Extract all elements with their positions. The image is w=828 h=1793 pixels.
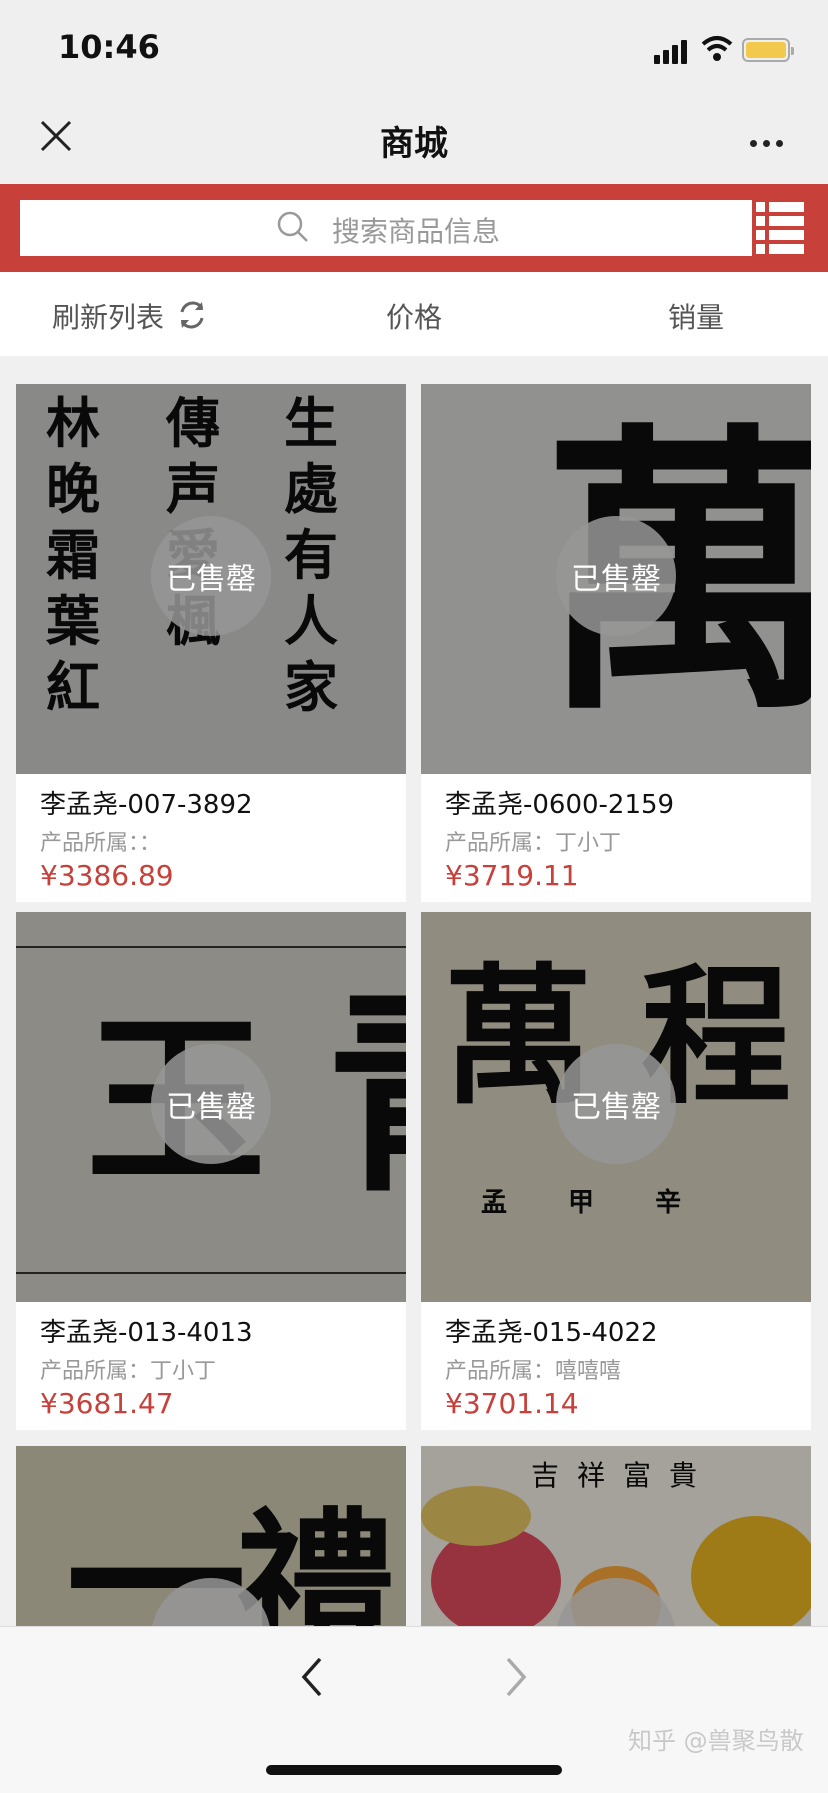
product-name: 李孟尧-007-3892 bbox=[40, 790, 253, 820]
sold-out-badge: 已售罄 bbox=[556, 1044, 676, 1164]
bottom-toolbar: 知乎 @兽聚鸟散 bbox=[0, 1626, 828, 1793]
product-price: ¥3386.89 bbox=[40, 859, 174, 892]
signal-icon bbox=[654, 38, 688, 64]
search-placeholder: 搜索商品信息 bbox=[332, 215, 501, 248]
sort-price-button[interactable]: 价格 bbox=[386, 296, 442, 336]
product-card[interactable]: 吉祥富貴 bbox=[421, 1446, 811, 1626]
status-bar: 10:46 bbox=[0, 0, 828, 96]
product-price: ¥3719.11 bbox=[445, 859, 579, 892]
sold-out-badge: 已售罄 bbox=[151, 1044, 271, 1164]
refresh-label: 刷新列表 bbox=[52, 301, 165, 334]
home-indicator bbox=[266, 1765, 562, 1775]
filter-bar: 刷新列表 价格 销量 bbox=[0, 272, 828, 356]
product-owner: 产品所属：丁小丁 bbox=[445, 831, 622, 856]
product-price: ¥3681.47 bbox=[40, 1387, 174, 1420]
watermark: 知乎 @兽聚鸟散 bbox=[628, 1727, 804, 1755]
product-image: 萬 已售罄 bbox=[421, 384, 811, 774]
product-owner: 产品所属：嘻嘻嘻 bbox=[445, 1359, 622, 1384]
sold-out-badge: 已售罄 bbox=[151, 516, 271, 636]
sort-sales-button[interactable]: 销量 bbox=[668, 296, 724, 336]
product-name: 李孟尧-013-4013 bbox=[40, 1318, 253, 1348]
status-time: 10:46 bbox=[58, 28, 160, 66]
product-owner: 产品所属：： bbox=[40, 831, 162, 856]
back-arrow-icon[interactable] bbox=[298, 1655, 328, 1699]
wifi-icon bbox=[701, 36, 733, 61]
refresh-list-button[interactable]: 刷新列表 bbox=[52, 296, 164, 336]
product-card[interactable]: 玉 青 已售罄 李孟尧-013-4013 产品所属：丁小丁 ¥3681.47 bbox=[16, 912, 406, 1430]
refresh-icon[interactable] bbox=[176, 298, 208, 332]
product-card[interactable]: 林晚霜葉紅 傳声愛楓 生處有人家 已售罄 李孟尧-007-3892 产品所属：：… bbox=[16, 384, 406, 902]
search-bar: 搜索商品信息 bbox=[0, 184, 828, 272]
product-name: 李孟尧-015-4022 bbox=[445, 1318, 658, 1348]
product-card[interactable]: 萬 程 孟 甲 辛 已售罄 李孟尧-015-4022 产品所属：嘻嘻嘻 ¥370… bbox=[421, 912, 811, 1430]
more-icon[interactable] bbox=[750, 132, 789, 151]
product-card[interactable]: 一 禮 bbox=[16, 1446, 406, 1626]
product-owner: 产品所属：丁小丁 bbox=[40, 1359, 217, 1384]
forward-arrow-icon[interactable] bbox=[500, 1655, 530, 1699]
product-card[interactable]: 萬 已售罄 李孟尧-0600-2159 产品所属：丁小丁 ¥3719.11 bbox=[421, 384, 811, 902]
product-name: 李孟尧-0600-2159 bbox=[445, 790, 675, 820]
product-image: 一 禮 bbox=[16, 1446, 406, 1626]
product-image: 玉 青 已售罄 bbox=[16, 912, 406, 1302]
list-view-icon[interactable] bbox=[756, 202, 804, 254]
search-input[interactable]: 搜索商品信息 bbox=[20, 200, 752, 256]
product-image: 萬 程 孟 甲 辛 已售罄 bbox=[421, 912, 811, 1302]
product-grid: 林晚霜葉紅 傳声愛楓 生處有人家 已售罄 李孟尧-007-3892 产品所属：：… bbox=[0, 356, 828, 1626]
product-price: ¥3701.14 bbox=[445, 1387, 579, 1420]
battery-icon bbox=[742, 38, 794, 62]
product-image: 吉祥富貴 bbox=[421, 1446, 811, 1626]
product-image: 林晚霜葉紅 傳声愛楓 生處有人家 已售罄 bbox=[16, 384, 406, 774]
sold-out-badge: 已售罄 bbox=[556, 516, 676, 636]
nav-bar: 商城 bbox=[0, 96, 828, 184]
page-title: 商城 bbox=[380, 124, 448, 164]
search-icon bbox=[277, 211, 308, 242]
